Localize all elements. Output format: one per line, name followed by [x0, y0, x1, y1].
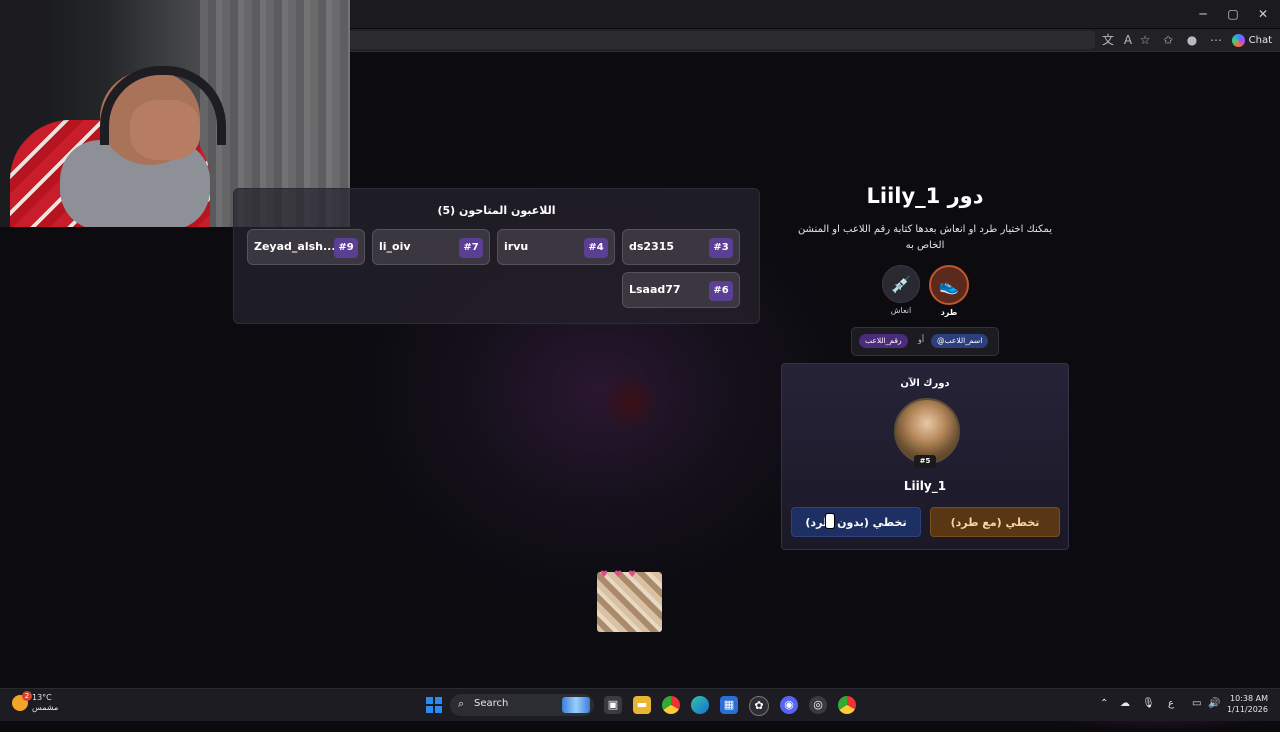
chevron-up-icon[interactable]: ⌃ — [1100, 698, 1108, 709]
task-view-icon[interactable]: ▣ — [604, 696, 622, 714]
notification-badge: 2 — [22, 691, 32, 701]
address-field[interactable] — [350, 31, 1095, 49]
player-card[interactable]: Lsaad77 #6 — [622, 272, 740, 308]
more-menu-icon[interactable]: ⋯ — [1208, 32, 1224, 48]
taskbar-search[interactable]: ⌕ Search — [450, 694, 594, 716]
mouse-cursor — [825, 513, 835, 529]
player-card[interactable]: irvu #4 — [497, 229, 615, 265]
heart-icon: ♥♥♥ — [600, 570, 643, 580]
search-label: Search — [474, 698, 509, 709]
display-icon[interactable]: ▭ — [1192, 698, 1201, 709]
search-highlight-icon — [562, 697, 590, 713]
kick-label: طرد — [940, 308, 958, 317]
chrome-icon[interactable] — [838, 696, 856, 714]
maximize-button[interactable]: ▢ — [1218, 4, 1248, 24]
edge-icon[interactable] — [691, 696, 709, 714]
chrome-icon[interactable] — [662, 696, 680, 714]
favorites-icon[interactable]: ✩ — [1160, 32, 1176, 48]
weather-temp: 13°C — [32, 693, 52, 702]
turn-title: دور Liily_1 — [866, 184, 984, 208]
chat-label: Chat — [1248, 34, 1272, 46]
player-number-badge: #7 — [459, 238, 483, 258]
syringe-icon: 💉 — [882, 265, 920, 303]
player-name-tag: @اسم_اللاعب — [931, 334, 989, 348]
clock-date: 1/11/2026 — [1226, 705, 1268, 714]
onedrive-icon[interactable]: ☁ — [1120, 698, 1130, 709]
kick-action[interactable]: 👟 طرد — [925, 265, 973, 317]
read-aloud-icon[interactable]: A — [1120, 32, 1136, 48]
your-turn-label: دورك الآن — [900, 378, 950, 389]
player-number-badge: #6 — [709, 281, 733, 301]
player-name: Lsaad77 — [629, 283, 681, 296]
profile-icon[interactable]: ● — [1184, 32, 1200, 48]
copilot-chat-button[interactable]: Chat — [1231, 31, 1272, 49]
player-number-badge: #3 — [709, 238, 733, 258]
browser-toolbar: 文 A ☆ ✩ ● ⋯ Chat — [350, 29, 1280, 52]
revive-action[interactable]: 💉 انعاش — [877, 265, 925, 315]
player-number-badge: #4 — [584, 238, 608, 258]
revive-label: انعاش — [890, 306, 912, 315]
player-number-tag: رقم_اللاعب — [859, 334, 908, 348]
webcam-person — [130, 100, 200, 160]
translate-icon[interactable]: 文 — [1100, 32, 1116, 48]
cats-sticker — [597, 572, 662, 632]
player-name: Zeyad_alsh... — [254, 240, 336, 253]
skip-with-kick-button[interactable]: تخطي (مع طرد) — [930, 507, 1060, 537]
microphone-icon[interactable]: 🎙 — [1142, 698, 1155, 709]
chatgpt-icon[interactable]: ✿ — [749, 696, 769, 716]
shoe-icon: 👟 — [929, 265, 969, 305]
player-name: li_oiv — [379, 240, 411, 253]
volume-icon[interactable]: 🔊 — [1208, 698, 1220, 709]
weather-widget[interactable]: 2 13°C مشمس — [12, 691, 59, 713]
language-indicator[interactable]: ع — [1168, 698, 1174, 709]
clock-time: 10:38 AM — [1230, 694, 1268, 703]
windows-start-icon[interactable] — [426, 697, 442, 713]
skip-without-kick-button[interactable]: تخطي (بدون طرد) — [791, 507, 921, 537]
player-number-badge: #5 — [914, 455, 936, 468]
background-glow — [600, 372, 660, 432]
player-card[interactable]: li_oiv #7 — [372, 229, 490, 265]
current-player-name: Liily_1 — [903, 479, 947, 493]
copilot-icon — [1231, 33, 1245, 47]
windows-taskbar: 2 13°C مشمس ⌕ Search ▣ ▬ ▦ ✿ ◉ ◎ ⌃ ☁ 🎙 ع… — [0, 688, 1280, 721]
obs-icon[interactable]: ◎ — [809, 696, 827, 714]
search-icon: ⌕ — [458, 697, 465, 710]
turn-description: يمكنك اختيار طرد او انعاش بعدها كتابة رق… — [797, 224, 1053, 251]
minimize-button[interactable]: ─ — [1188, 4, 1218, 24]
player-name: irvu — [504, 240, 529, 253]
favorite-star-icon[interactable]: ☆ — [1137, 32, 1153, 48]
player-number-badge: #9 — [334, 238, 358, 258]
file-explorer-icon[interactable]: ▬ — [633, 696, 651, 714]
system-clock[interactable]: 10:38 AM 1/11/2026 — [1227, 693, 1268, 715]
close-button[interactable]: ✕ — [1248, 4, 1278, 24]
store-icon[interactable]: ▦ — [720, 696, 738, 714]
or-text: أو — [918, 335, 925, 344]
mention-hint: رقم_اللاعب أو @اسم_اللاعب — [851, 327, 999, 356]
sun-icon: 2 — [12, 691, 32, 711]
player-card[interactable]: ds2315 #3 — [622, 229, 740, 265]
available-players-panel: اللاعبون المتاحون (5) ds2315 #3 irvu #4 … — [233, 188, 760, 324]
player-name: ds2315 — [629, 240, 675, 253]
player-card[interactable]: Zeyad_alsh... #9 — [247, 229, 365, 265]
players-title: اللاعبون المتاحون (5) — [437, 204, 556, 217]
discord-icon[interactable]: ◉ — [780, 696, 798, 714]
weather-desc: مشمس — [32, 703, 59, 712]
